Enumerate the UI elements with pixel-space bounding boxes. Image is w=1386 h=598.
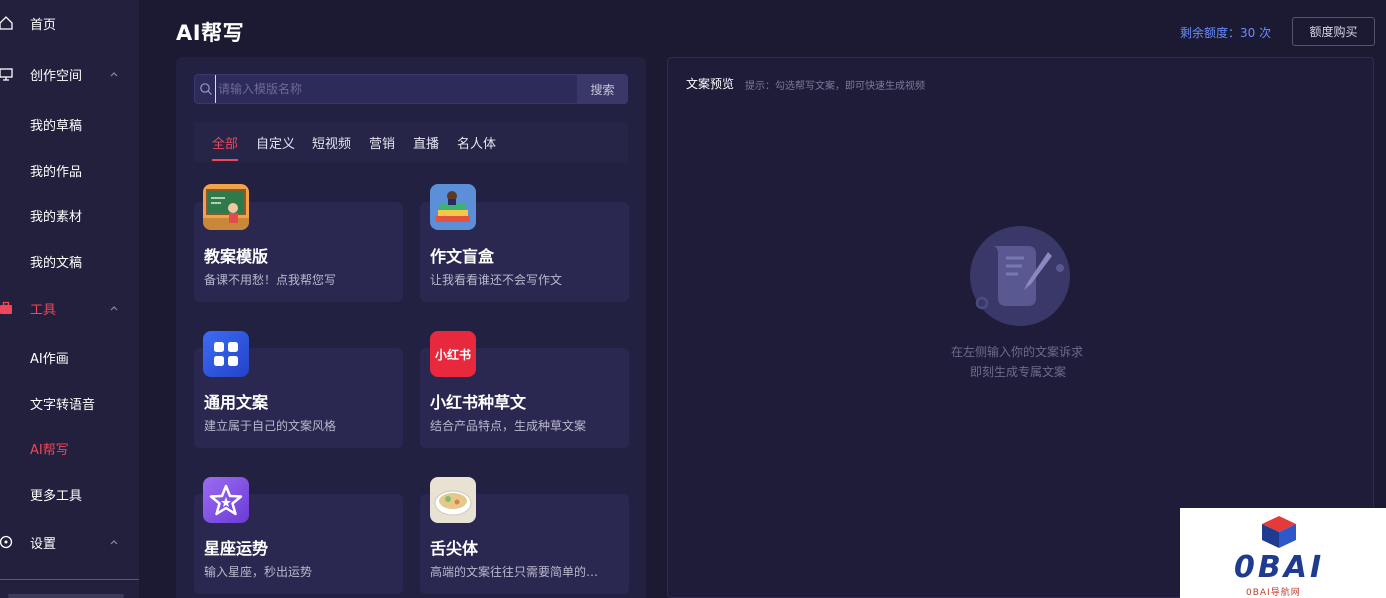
sidebar-item-label: 我的草稿 [30, 118, 83, 134]
quota-text: 剩余额度：30 次 [1180, 26, 1272, 40]
sidebar-item-label: AI帮写 [30, 442, 69, 458]
sidebar-item-label: 工具 [30, 302, 57, 318]
sidebar-item-tts[interactable]: 文字转语音 [0, 388, 139, 418]
sidebar-item-documents[interactable]: 我的文稿 [0, 246, 139, 276]
chevron-up-icon [110, 72, 118, 77]
sidebar-item-workspace[interactable]: 创作空间 [0, 59, 139, 89]
card-title: 教案模版 [204, 247, 269, 266]
sidebar-item-drafts[interactable]: 我的草稿 [0, 109, 139, 139]
sidebar-item-label: 我的文稿 [30, 255, 83, 271]
card-title: 星座运势 [204, 539, 269, 558]
sidebar-divider [0, 579, 139, 580]
empty-state-line1: 在左侧输入你的文案诉求 [951, 345, 1084, 359]
sidebar-item-home[interactable]: 首页 [0, 8, 139, 38]
xiaohongshu-icon: 小红书 [430, 331, 476, 377]
card-title: 作文盲盒 [430, 247, 495, 266]
sidebar-item-label: 我的素材 [30, 209, 83, 225]
food-bowl-icon [430, 477, 476, 523]
card-desc: 让我看看谁还不会写作文 [430, 273, 563, 287]
sidebar-item-tools[interactable]: 工具 [0, 293, 139, 323]
sidebar: 首页 创作空间 我的草稿 我的作品 我的素材 我的文稿 工具 AI作画 文字转语… [0, 0, 139, 598]
category-tabs: 全部 自定义 短视频 营销 直播 名人体 [194, 122, 628, 162]
star-icon [203, 477, 249, 523]
sidebar-item-label: 更多工具 [30, 488, 83, 504]
cube-logo-icon [1262, 516, 1296, 548]
sidebar-item-works[interactable]: 我的作品 [0, 155, 139, 185]
card-desc: 备课不用愁！点我帮您写 [204, 273, 337, 287]
empty-state-line2: 即刻生成专属文案 [970, 365, 1067, 379]
sidebar-item-materials[interactable]: 我的素材 [0, 200, 139, 230]
xiaohongshu-logo-text: 小红书 [434, 347, 471, 362]
sidebar-item-label: 创作空间 [30, 68, 83, 84]
watermark-text: 0BAI [1234, 550, 1325, 585]
page-title: AI帮写 [176, 21, 245, 45]
sidebar-item-label: 设置 [30, 536, 57, 552]
sidebar-item-more-tools[interactable]: 更多工具 [0, 479, 139, 509]
empty-document-icon [970, 226, 1070, 326]
tab-short-video[interactable]: 短视频 [312, 133, 351, 152]
home-icon [0, 15, 14, 31]
sidebar-scrollbar[interactable] [8, 594, 124, 598]
books-icon [430, 184, 476, 230]
sidebar-item-label: 文字转语音 [30, 397, 96, 413]
search-input[interactable] [215, 75, 573, 103]
watermark-subtext: 0BAI导航网 [1246, 588, 1301, 598]
chevron-up-icon [110, 306, 118, 311]
card-desc: 输入星座，秒出运势 [204, 565, 313, 579]
sidebar-item-ai-painting[interactable]: AI作画 [0, 342, 139, 372]
settings-icon [0, 534, 14, 550]
tab-custom[interactable]: 自定义 [256, 133, 295, 152]
search-button[interactable]: 搜索 [577, 75, 628, 103]
chevron-up-icon [110, 540, 118, 545]
search-icon [200, 83, 212, 95]
preview-hint: 提示：勾选帮写文案，即可快速生成视频 [745, 81, 925, 92]
tab-live[interactable]: 直播 [413, 133, 439, 152]
card-title: 小红书种草文 [430, 393, 527, 412]
preview-label: 文案预览 [686, 77, 735, 91]
active-tab-indicator [212, 159, 238, 161]
card-desc: 建立属于自己的文案风格 [204, 419, 337, 433]
sidebar-item-ai-write[interactable]: AI帮写 [0, 433, 139, 463]
buy-quota-button[interactable]: 额度购买 [1292, 17, 1375, 46]
tab-celebrity[interactable]: 名人体 [457, 133, 496, 152]
tab-marketing[interactable]: 营销 [369, 133, 395, 152]
card-title: 通用文案 [204, 393, 269, 412]
sidebar-item-label: 首页 [30, 17, 57, 33]
classroom-icon [203, 184, 249, 230]
monitor-icon [0, 66, 14, 82]
card-title: 舌尖体 [430, 539, 479, 558]
card-desc: 结合产品特点，生成种草文案 [430, 419, 587, 433]
grid-apps-icon [203, 331, 249, 377]
tab-all[interactable]: 全部 [212, 133, 238, 152]
watermark: 0BAI 0BAI导航网 [1180, 508, 1386, 598]
sidebar-item-label: AI作画 [30, 351, 69, 367]
toolbox-icon [0, 300, 14, 316]
card-desc: 高端的文案往往只需要简单的… [430, 565, 599, 579]
sidebar-item-label: 我的作品 [30, 164, 83, 180]
search-bar: 搜索 [194, 74, 628, 104]
sidebar-item-settings[interactable]: 设置 [0, 527, 139, 557]
